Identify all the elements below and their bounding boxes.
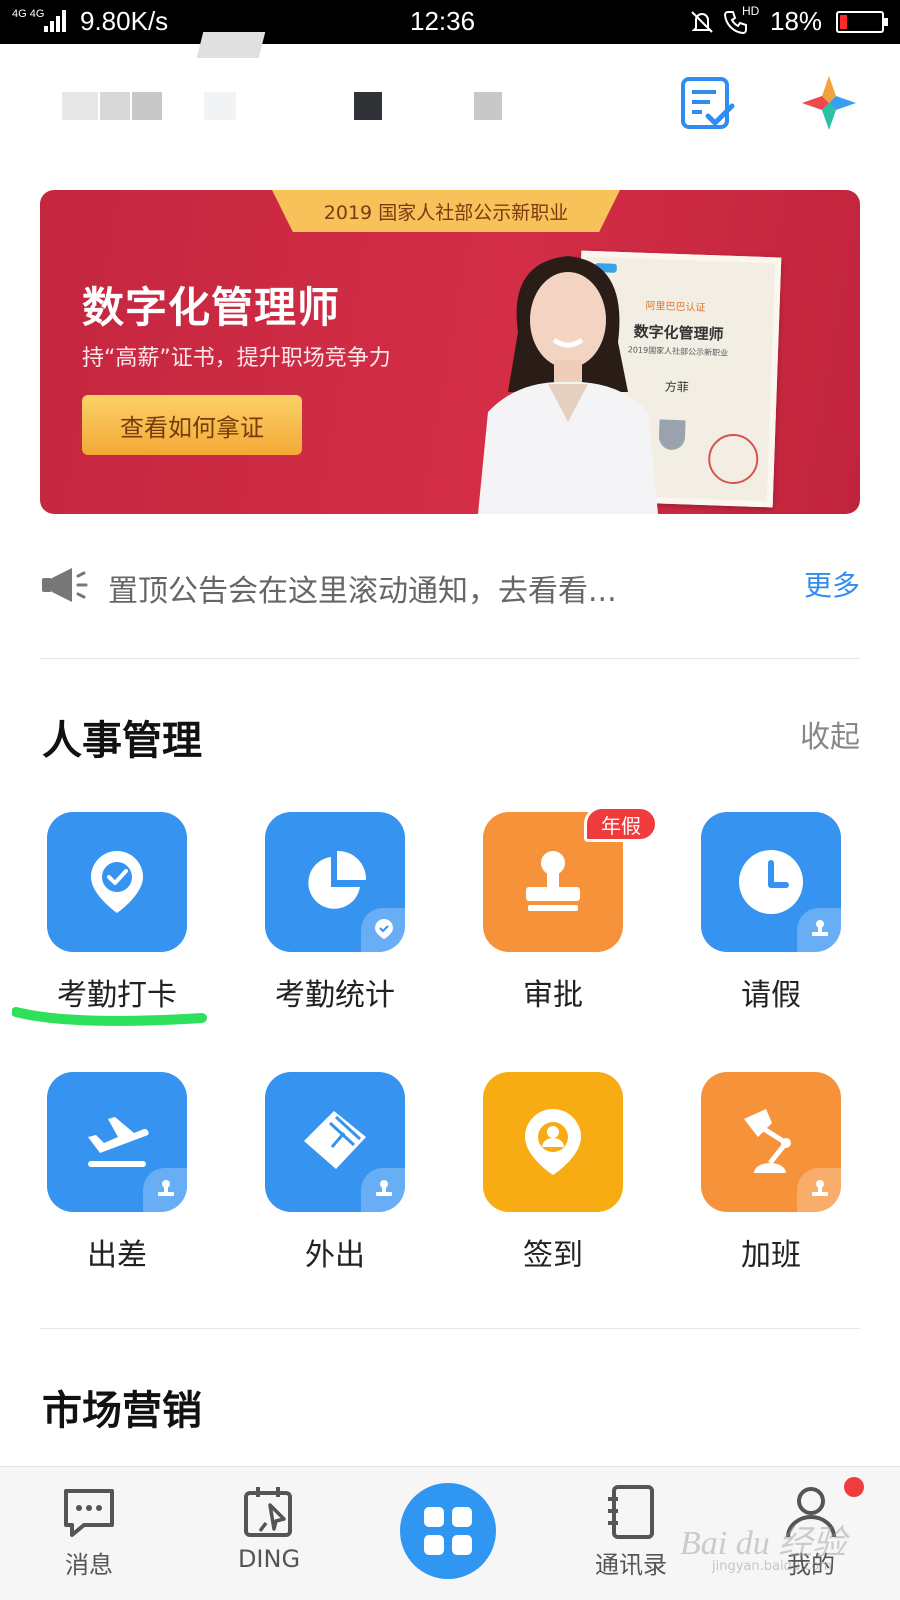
contacts-icon bbox=[608, 1485, 654, 1539]
cert-seal bbox=[707, 433, 760, 485]
checkin-pin-icon bbox=[525, 1109, 581, 1175]
app-label: 出差 bbox=[87, 1238, 147, 1273]
cert-emblem bbox=[658, 419, 686, 451]
app-label: 外出 bbox=[305, 1238, 365, 1273]
announcement-bar[interactable]: 置顶公告会在这里滚动通知，去看看... 更多 bbox=[40, 552, 860, 616]
outing-icon bbox=[304, 1111, 366, 1169]
green-underline-annotation bbox=[12, 1007, 207, 1026]
attendance-punch-tile[interactable] bbox=[47, 812, 187, 952]
app-attendance-punch[interactable]: 考勤打卡 bbox=[15, 812, 215, 1032]
star-logo-icon[interactable] bbox=[800, 74, 858, 132]
header bbox=[0, 32, 900, 184]
stamp-small-icon bbox=[812, 1180, 828, 1196]
redacted-block bbox=[196, 32, 266, 58]
announcement-text: 置顶公告会在这里滚动通知，去看看... bbox=[108, 574, 617, 609]
annual-leave-badge: 年假 bbox=[584, 806, 658, 842]
battery-icon bbox=[836, 11, 888, 33]
badge-corner bbox=[797, 908, 841, 952]
nav-label: DING bbox=[237, 1545, 301, 1573]
workbench-button[interactable] bbox=[400, 1483, 496, 1579]
section-title-hr: 人事管理 bbox=[42, 718, 202, 764]
location-check-small-icon bbox=[375, 919, 393, 939]
banner-cta-button[interactable]: 查看如何拿证 bbox=[82, 395, 302, 455]
app-business-trip[interactable]: 出差 bbox=[15, 1072, 215, 1292]
app-leave[interactable]: 请假 bbox=[669, 812, 869, 1032]
section-title-marketing: 市场营销 bbox=[42, 1388, 202, 1434]
clock: 12:36 bbox=[410, 6, 476, 36]
todo-icon[interactable] bbox=[680, 76, 736, 132]
app-label: 考勤统计 bbox=[275, 978, 395, 1013]
signal-icon bbox=[44, 10, 66, 32]
divider bbox=[40, 1328, 860, 1329]
network-indicator: 4G 4G bbox=[12, 8, 45, 20]
collapse-button[interactable]: 收起 bbox=[800, 712, 860, 756]
battery-level bbox=[840, 15, 847, 29]
app-label: 签到 bbox=[523, 1238, 583, 1273]
banner-subtitle: 持“高薪”证书，提升职场竞争力 bbox=[82, 346, 391, 371]
model-photo bbox=[478, 256, 658, 514]
bell-muted-icon bbox=[691, 11, 713, 33]
megaphone-icon bbox=[42, 568, 88, 602]
banner-title: 数字化管理师 bbox=[82, 283, 341, 332]
checkin-tile[interactable] bbox=[483, 1072, 623, 1212]
divider bbox=[40, 658, 860, 659]
watermark: Bai du 经验 bbox=[680, 1525, 847, 1562]
badge-corner bbox=[361, 1168, 405, 1212]
app-attendance-stats[interactable]: 考勤统计 bbox=[233, 812, 433, 1032]
watermark-url: jingyan.baidu.com bbox=[712, 1559, 832, 1574]
stamp-small-icon bbox=[158, 1180, 174, 1196]
overtime-tile[interactable] bbox=[701, 1072, 841, 1212]
stamp-small-icon bbox=[376, 1180, 392, 1196]
desk-lamp-icon bbox=[744, 1109, 791, 1173]
app-approval[interactable]: 审批 bbox=[451, 812, 651, 1032]
airplane-icon bbox=[88, 1117, 149, 1167]
clock-icon bbox=[739, 850, 803, 914]
app-label: 请假 bbox=[741, 978, 801, 1013]
app-label: 审批 bbox=[523, 978, 583, 1013]
badge-corner bbox=[797, 1168, 841, 1212]
app-outing[interactable]: 外出 bbox=[233, 1072, 433, 1292]
nav-label: 消息 bbox=[65, 1551, 113, 1579]
badge-corner bbox=[361, 908, 405, 952]
app-checkin[interactable]: 签到 bbox=[451, 1072, 651, 1292]
workbench-icon bbox=[424, 1507, 444, 1527]
pie-chart-icon bbox=[308, 850, 367, 909]
nav-ding[interactable]: DING bbox=[194, 1467, 344, 1600]
org-name-redacted[interactable] bbox=[44, 92, 544, 122]
business-trip-tile[interactable] bbox=[47, 1072, 187, 1212]
stamp-icon bbox=[526, 851, 580, 911]
hd-label: HD bbox=[742, 4, 760, 18]
app-overtime[interactable]: 加班 bbox=[669, 1072, 869, 1292]
chat-icon bbox=[64, 1489, 114, 1537]
badge-corner bbox=[143, 1168, 187, 1212]
stamp-small-icon bbox=[812, 920, 828, 936]
location-check-icon bbox=[91, 851, 143, 913]
banner-ribbon: 2019 国家人社部公示新职业 bbox=[272, 190, 620, 232]
attendance-stats-tile[interactable] bbox=[265, 812, 405, 952]
ding-icon bbox=[244, 1487, 292, 1537]
app-label: 加班 bbox=[741, 1238, 801, 1273]
leave-tile[interactable] bbox=[701, 812, 841, 952]
outing-tile[interactable] bbox=[265, 1072, 405, 1212]
battery-percent: 18% bbox=[770, 6, 823, 36]
bottom-navigation: 消息 DING 通讯录 我的 Bai du 经验 jingyan.baidu.c… bbox=[0, 1466, 900, 1600]
network-speed: 9.80K/s bbox=[80, 6, 169, 36]
status-bar: 4G 4G 9.80K/s 12:36 HD 18% bbox=[0, 0, 900, 44]
promo-banner[interactable]: 2019 国家人社部公示新职业 数字化管理师 持“高薪”证书，提升职场竞争力 查… bbox=[40, 190, 860, 514]
notification-dot bbox=[844, 1477, 864, 1497]
nav-messages[interactable]: 消息 bbox=[14, 1467, 164, 1600]
more-link[interactable]: 更多 bbox=[804, 564, 860, 604]
